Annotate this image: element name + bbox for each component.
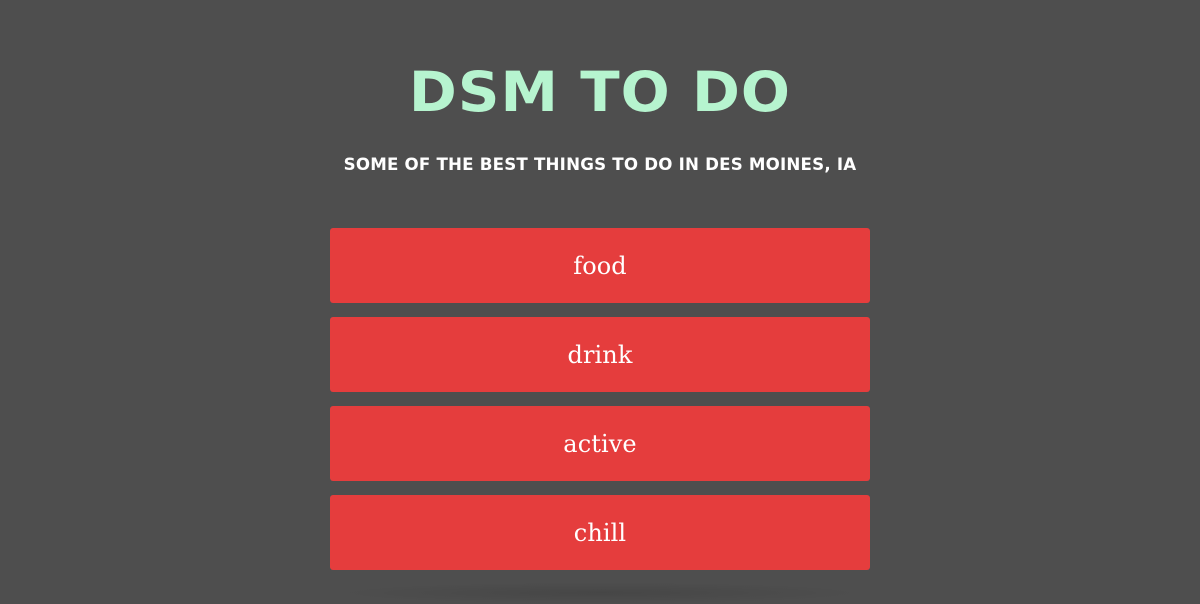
page-title: DSM TO DO bbox=[408, 60, 792, 124]
chill-button[interactable]: chill bbox=[330, 495, 870, 570]
category-button-list: food drink active chill bbox=[330, 228, 870, 570]
bottom-shadow bbox=[330, 582, 870, 604]
food-button[interactable]: food bbox=[330, 228, 870, 303]
page: DSM TO DO SOME OF THE BEST THINGS TO DO … bbox=[0, 0, 1200, 604]
drink-button[interactable]: drink bbox=[330, 317, 870, 392]
page-subtitle: SOME OF THE BEST THINGS TO DO IN DES MOI… bbox=[343, 155, 857, 175]
active-button[interactable]: active bbox=[330, 406, 870, 481]
